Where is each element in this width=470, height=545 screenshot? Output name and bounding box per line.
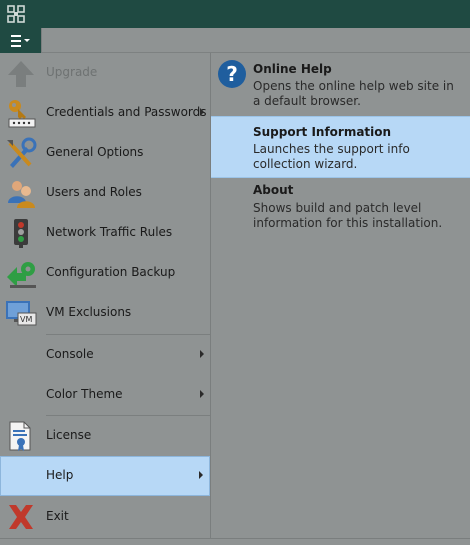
submenu-arrow-icon xyxy=(199,471,203,479)
menu-item-upgrade[interactable]: Upgrade xyxy=(0,53,210,93)
help-item-title: Support Information xyxy=(253,125,392,139)
main-menu-button[interactable] xyxy=(0,28,42,53)
menu-item-config-backup[interactable]: Configuration Backup xyxy=(0,253,210,293)
vm-exclusions-icon: VM xyxy=(6,301,37,326)
menu-item-label: Exit xyxy=(46,509,69,523)
menu-item-label: Console xyxy=(46,347,94,361)
help-item-online-help[interactable]: ? Online Help Opens the online help web … xyxy=(211,53,470,115)
menu-item-label: General Options xyxy=(46,145,144,159)
help-item-support-info[interactable]: Support Information Launches the support… xyxy=(211,116,470,178)
help-item-description: Launches the support info collection wiz… xyxy=(253,142,410,171)
main-menu-panel: Upgrade Credentials and Passwords Genera… xyxy=(0,53,211,538)
tools-icon xyxy=(7,137,37,168)
menu-item-label: Configuration Backup xyxy=(46,265,176,279)
menu-item-color-theme[interactable]: Color Theme xyxy=(0,375,210,415)
menu-item-general-options[interactable]: General Options xyxy=(0,133,210,173)
menu-item-label: Credentials and Passwords xyxy=(46,105,207,119)
help-item-description: Shows build and patch level information … xyxy=(253,201,443,230)
help-item-about[interactable]: About Shows build and patch level inform… xyxy=(211,180,470,240)
svg-text:VM: VM xyxy=(20,315,32,324)
submenu-arrow-icon xyxy=(200,350,204,358)
help-item-title: Online Help xyxy=(253,62,332,76)
menu-item-users-roles[interactable]: Users and Roles xyxy=(0,173,210,213)
menu-item-help[interactable]: Help xyxy=(0,456,210,496)
menu-item-label: Color Theme xyxy=(46,387,123,401)
menu-item-label: License xyxy=(46,428,92,442)
menu-item-label: Upgrade xyxy=(46,65,98,79)
title-bar xyxy=(0,0,470,28)
menu-item-exit[interactable]: Exit xyxy=(0,497,210,537)
users-icon xyxy=(8,181,35,208)
help-submenu-panel: ? Online Help Opens the online help web … xyxy=(211,53,470,538)
traffic-light-icon xyxy=(14,219,28,248)
help-item-title: About xyxy=(253,183,294,197)
menu-item-label: Users and Roles xyxy=(46,185,142,199)
menu-bar xyxy=(0,28,470,53)
menu-item-label: Help xyxy=(46,468,74,482)
license-certificate-icon xyxy=(9,421,31,451)
svg-text:?: ? xyxy=(226,62,238,86)
app-logo-icon xyxy=(7,5,25,23)
key-password-icon xyxy=(8,100,36,128)
help-question-icon: ? xyxy=(218,60,246,88)
submenu-arrow-icon xyxy=(200,390,204,398)
menu-item-vm-exclusions[interactable]: VM VM Exclusions xyxy=(0,293,210,333)
config-backup-icon xyxy=(7,262,36,288)
status-strip xyxy=(0,538,470,545)
menu-item-license[interactable]: License xyxy=(0,416,210,456)
menu-item-console[interactable]: Console xyxy=(0,335,210,375)
help-item-description: Opens the online help web site in a defa… xyxy=(253,79,454,108)
exit-x-icon xyxy=(9,505,33,529)
menu-item-label: Network Traffic Rules xyxy=(46,225,173,239)
menu-item-credentials[interactable]: Credentials and Passwords xyxy=(0,93,210,133)
submenu-arrow-icon xyxy=(200,108,204,116)
menu-item-label: VM Exclusions xyxy=(46,305,132,319)
menu-item-network-traffic[interactable]: Network Traffic Rules xyxy=(0,213,210,253)
hamburger-menu-icon xyxy=(11,35,30,47)
upgrade-arrow-icon xyxy=(8,61,34,87)
